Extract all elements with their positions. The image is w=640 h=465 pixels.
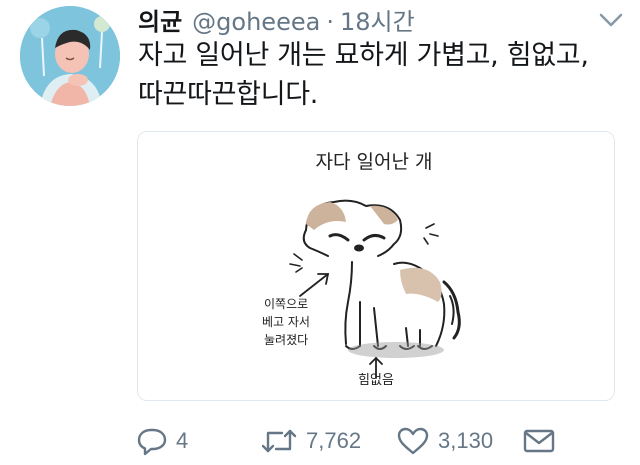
tweet-actions: 4 7,762 3,130 [136, 424, 616, 460]
avatar[interactable] [20, 6, 120, 106]
image-title: 자다 일어난 개 [316, 151, 433, 173]
display-name[interactable]: 의균 [138, 2, 182, 37]
reply-button[interactable]: 4 [136, 424, 188, 458]
like-count: 3,130 [438, 428, 494, 453]
image-note-left: 이쪽으로 베고 자서 눌려졌다 [262, 297, 314, 347]
retweet-count: 7,762 [306, 428, 362, 453]
avatar-illustration [20, 6, 120, 106]
image-note-bottom: 힘없음 [358, 373, 394, 388]
dog-illustration: 자다 일어난 개 이쪽으로 베고 자서 눌려졌다 힘없음 [262, 151, 461, 388]
like-button[interactable]: 3,130 [396, 424, 493, 458]
envelope-icon [523, 429, 555, 453]
timestamp[interactable]: 18시간 [340, 2, 415, 37]
retweet-button[interactable]: 7,762 [260, 424, 361, 458]
tweet-image[interactable]: 자다 일어난 개 이쪽으로 베고 자서 눌려졌다 힘없음 [137, 131, 615, 401]
tweet-menu-button[interactable] [596, 10, 626, 30]
tweet-text: 자고 일어난 개는 묘하게 가볍고, 힘없고, 따끈따끈합니다. [138, 40, 589, 110]
reply-count: 4 [176, 428, 189, 453]
retweet-icon [261, 429, 297, 453]
separator-dot: · [326, 8, 334, 36]
tweet-header: 의균 @goheeea · 18시간 [138, 2, 608, 36]
chevron-down-icon [599, 13, 623, 27]
reply-icon [137, 428, 167, 456]
heart-icon [397, 427, 429, 455]
direct-message-button[interactable] [522, 424, 556, 458]
user-handle[interactable]: @goheeea [192, 8, 320, 36]
